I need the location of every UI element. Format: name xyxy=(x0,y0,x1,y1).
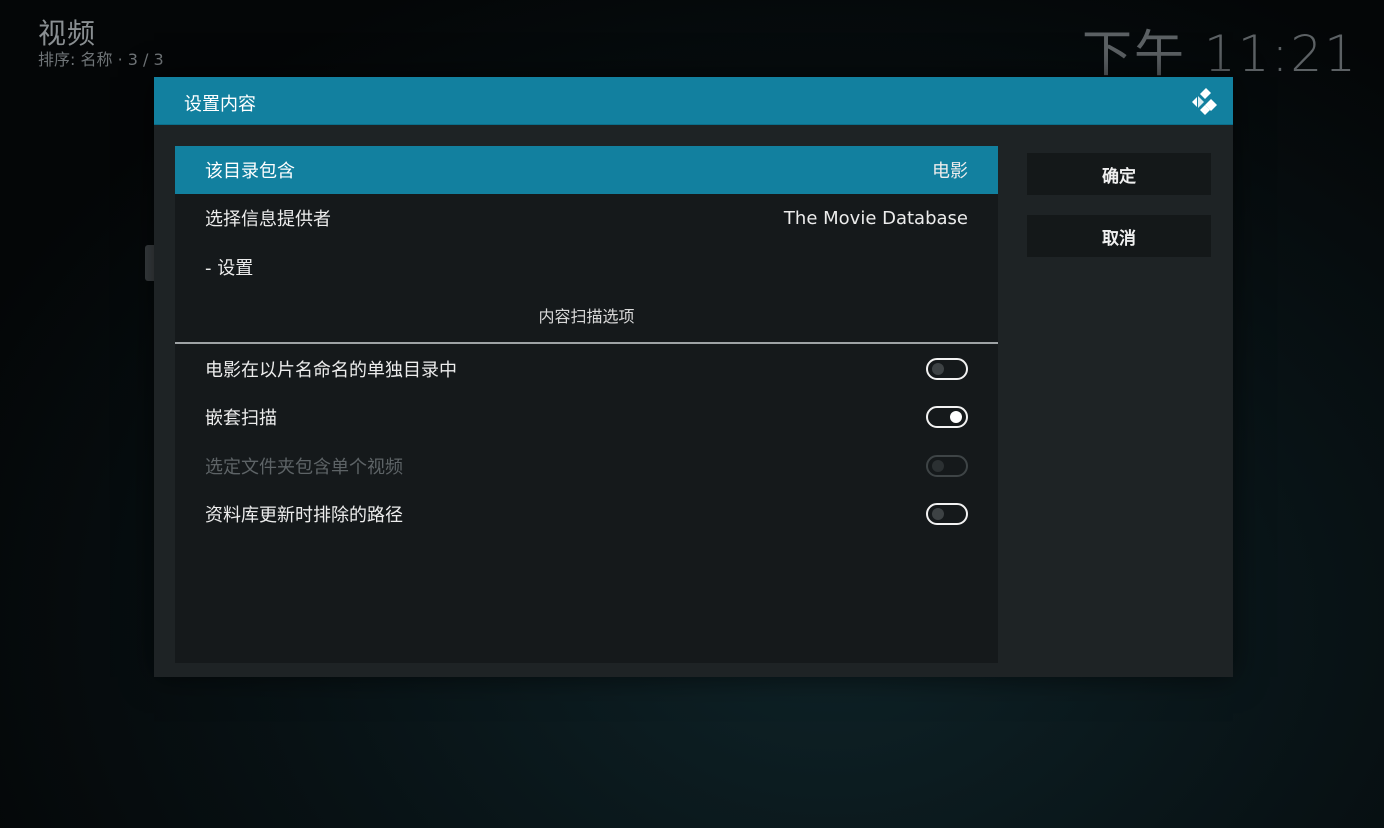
cancel-button[interactable]: 取消 xyxy=(1027,215,1211,257)
toggle-label: 嵌套扫描 xyxy=(205,408,277,429)
clock: 下午 11:21 xyxy=(1082,25,1358,83)
kodi-logo-icon xyxy=(1192,88,1217,115)
toggle-knob xyxy=(932,508,944,520)
row-label: 该目录包含 xyxy=(205,161,295,182)
toggle-knob xyxy=(932,363,944,375)
set-content-dialog: 设置内容 该目录包含 电影 选择信息提供者 The Movie Database… xyxy=(154,77,1233,677)
toggle-switch[interactable] xyxy=(926,358,968,380)
dialog-title: 设置内容 xyxy=(184,94,256,115)
row-provider-settings[interactable]: - 设置 xyxy=(175,243,998,291)
ok-button[interactable]: 确定 xyxy=(1027,153,1211,195)
toggle-label: 资料库更新时排除的路径 xyxy=(205,505,403,526)
section-divider xyxy=(175,342,998,344)
toggle-label: 电影在以片名命名的单独目录中 xyxy=(205,360,457,381)
toggle-row-exclude-path[interactable]: 资料库更新时排除的路径 xyxy=(175,490,998,538)
toggle-label: 选定文件夹包含单个视频 xyxy=(205,457,403,478)
screen: 视频 排序: 名称 · 3 / 3 下午 11:21 设置内容 该目录包含 电影… xyxy=(0,0,1384,828)
toggle-switch[interactable] xyxy=(926,406,968,428)
toggle-row-recursive-scan[interactable]: 嵌套扫描 xyxy=(175,393,998,441)
toggle-switch xyxy=(926,455,968,477)
settings-list: 该目录包含 电影 选择信息提供者 The Movie Database - 设置… xyxy=(175,146,998,663)
toggle-row-movies-in-folders[interactable]: 电影在以片名命名的单独目录中 xyxy=(175,345,998,393)
row-directory-contains[interactable]: 该目录包含 电影 xyxy=(175,146,998,194)
section-scan-options: 内容扫描选项 xyxy=(538,307,635,326)
toggle-switch[interactable] xyxy=(926,503,968,525)
toggle-knob xyxy=(932,460,944,472)
row-info-provider[interactable]: 选择信息提供者 The Movie Database xyxy=(175,194,998,242)
row-label: 选择信息提供者 xyxy=(205,209,331,230)
toggle-knob xyxy=(950,411,962,423)
dialog-titlebar: 设置内容 xyxy=(154,77,1233,125)
row-label: - 设置 xyxy=(205,258,254,279)
toggle-row-single-video: 选定文件夹包含单个视频 xyxy=(175,442,998,490)
sort-info: 排序: 名称 · 3 / 3 xyxy=(38,50,164,69)
row-value: The Movie Database xyxy=(783,207,968,229)
row-value: 电影 xyxy=(932,161,968,182)
